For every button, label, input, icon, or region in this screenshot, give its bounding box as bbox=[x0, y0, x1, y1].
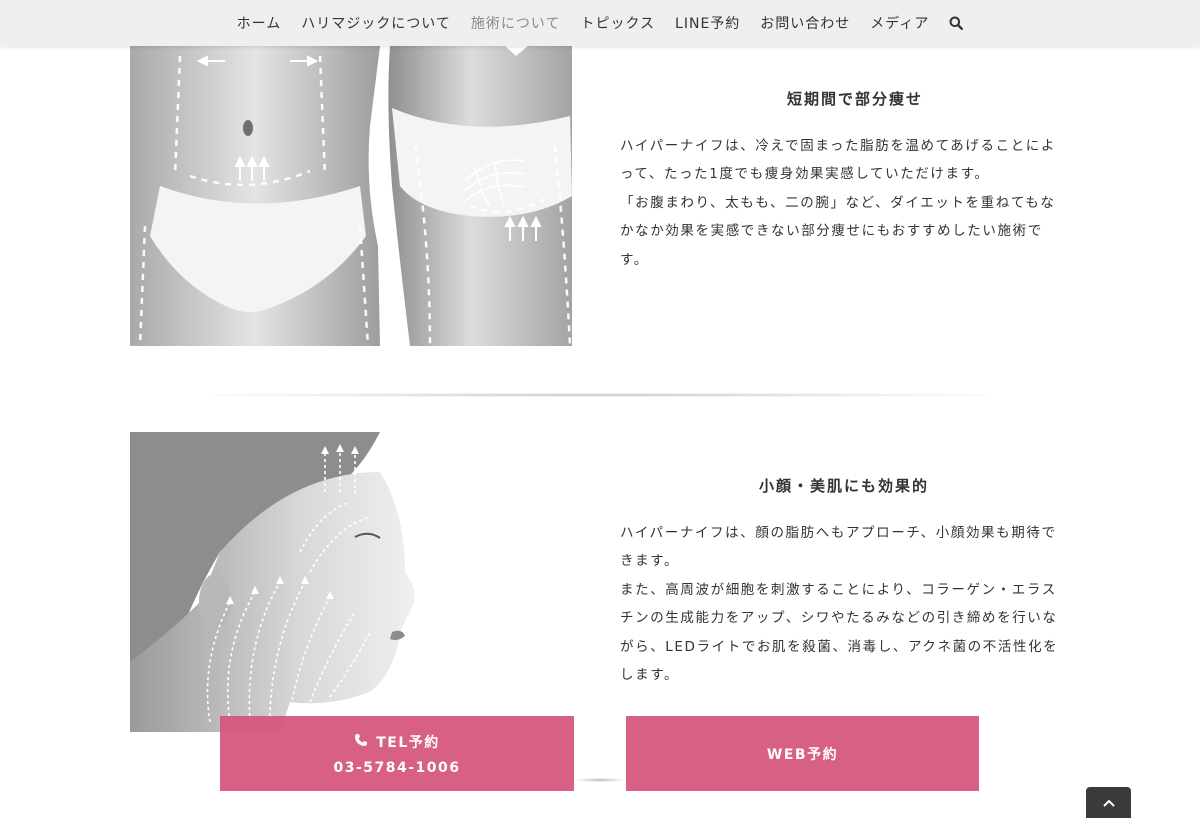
nav-menu: ホーム ハリマジックについて 施術について トピックス LINE予約 お問い合わ… bbox=[0, 0, 1200, 46]
body-contouring-image bbox=[130, 46, 572, 346]
nav-item-about-harimagic[interactable]: ハリマジックについて bbox=[291, 13, 461, 33]
body-line: します。 bbox=[620, 667, 680, 684]
body-line: す。 bbox=[620, 251, 649, 268]
section-title-partial-slimming: 短期間で部分痩せ bbox=[786, 90, 923, 108]
body-line: って、たった1度でも痩身効果実感していただけます。 bbox=[620, 166, 990, 183]
body-line: チンの生成能力をアップ、シワやたるみなどの引き締めを行いな bbox=[620, 610, 1058, 627]
tel-number: 03-5784-1006 bbox=[333, 759, 461, 776]
face-treatment-image bbox=[130, 432, 440, 732]
body-line: また、高周波が細胞を刺激することにより、コラーゲン・エラス bbox=[620, 581, 1057, 598]
nav-item-treatment[interactable]: 施術について bbox=[461, 13, 571, 33]
body-line: ハイパーナイフは、冷えで固まった脂肪を温めてあげることによ bbox=[620, 138, 1057, 154]
phone-icon bbox=[354, 733, 368, 751]
search-icon[interactable] bbox=[939, 16, 973, 30]
body-line: 「お腹まわり、太もも、二の腕」など、ダイエットを重ねてもな bbox=[620, 194, 1056, 211]
section-divider bbox=[210, 393, 990, 397]
body-line: ハイパーナイフは、顔の脂肪へもアプローチ、小顔効果も期待で bbox=[620, 525, 1057, 541]
section-title-small-face: 小顔・美肌にも効果的 bbox=[758, 477, 929, 495]
top-navigation: ホーム ハリマジックについて 施術について トピックス LINE予約 お問い合わ… bbox=[0, 0, 1200, 46]
chevron-up-icon bbox=[1102, 793, 1116, 812]
tel-reservation-heading: TEL予約 bbox=[354, 732, 440, 752]
tel-reservation-label: TEL予約 bbox=[376, 734, 440, 751]
nav-item-contact[interactable]: お問い合わせ bbox=[750, 13, 860, 33]
nav-item-topics[interactable]: トピックス bbox=[570, 13, 665, 33]
web-reservation-button[interactable]: WEB予約 bbox=[626, 716, 979, 791]
nav-item-home[interactable]: ホーム bbox=[227, 13, 292, 33]
nav-item-media[interactable]: メディア bbox=[860, 13, 939, 33]
body-line: かなか効果を実感できない部分痩せにもおすすめしたい施術で bbox=[620, 223, 1043, 240]
web-reservation-label: WEB予約 bbox=[766, 746, 839, 763]
nav-item-line-reservation[interactable]: LINE予約 bbox=[665, 13, 750, 33]
page: ホーム ハリマジックについて 施術について トピックス LINE予約 お問い合わ… bbox=[0, 0, 1200, 818]
section-body-small-face: ハイパーナイフは、顔の脂肪へもアプローチ、小顔効果も期待で きます。 また、高周… bbox=[620, 519, 1070, 689]
cta-shadow bbox=[576, 778, 624, 782]
scroll-to-top-button[interactable] bbox=[1086, 787, 1131, 818]
body-line: きます。 bbox=[620, 553, 680, 570]
tel-reservation-button[interactable]: TEL予約 03-5784-1006 bbox=[220, 716, 574, 791]
body-line: がら、LEDライトでお肌を殺菌、消毒し、アクネ菌の不活性化を bbox=[620, 638, 1059, 655]
section-body-partial-slimming: ハイパーナイフは、冷えで固まった脂肪を温めてあげることによ って、たった1度でも… bbox=[620, 132, 1070, 274]
